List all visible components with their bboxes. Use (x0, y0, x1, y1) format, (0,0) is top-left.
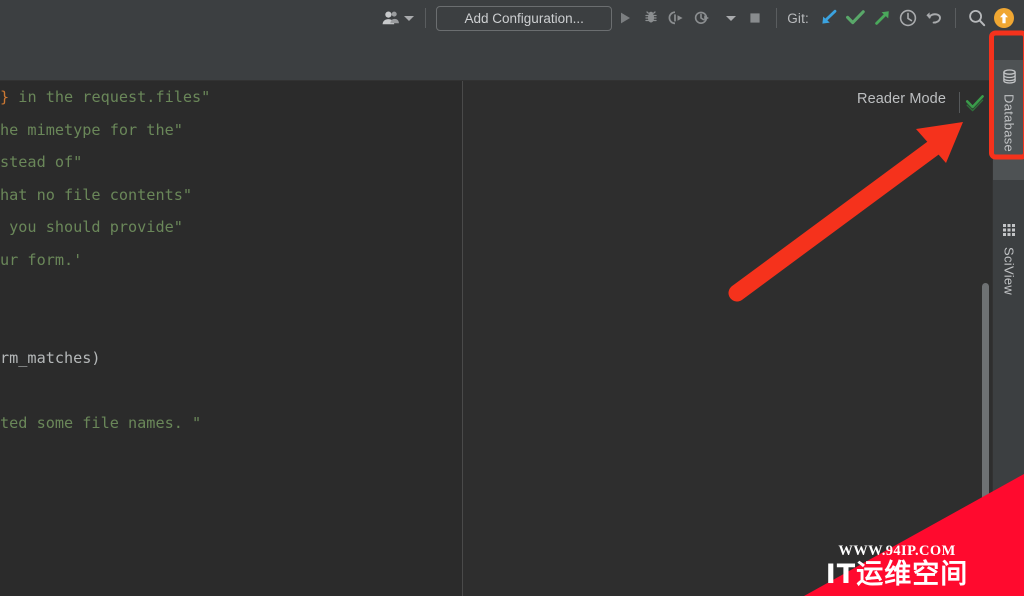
toolbar-separator (955, 8, 956, 28)
search-everywhere-button[interactable] (964, 4, 990, 32)
chevron-down-icon (404, 15, 415, 21)
run-play-icon (621, 12, 631, 24)
people-selector-button[interactable] (378, 4, 417, 32)
code-line: stead of" (0, 146, 462, 179)
sidebar-item-database[interactable]: Database (993, 60, 1024, 180)
toolbar-separator (425, 8, 427, 28)
code-token: stead of" (0, 153, 83, 172)
code-line: ur form.' (0, 244, 462, 277)
code-token: in the request.files" (9, 88, 211, 106)
git-update-arrow-icon (822, 9, 837, 24)
code-token: he mimetype for the" (0, 120, 183, 139)
code-line: rm_matches) (0, 342, 462, 375)
history-clock-icon (899, 9, 917, 27)
rollback-undo-icon (926, 12, 941, 24)
editor-area: } in the request.files" he mimetype for t… (0, 81, 992, 596)
git-push-arrow-icon (875, 11, 889, 25)
code-text[interactable]: } in the request.files" he mimetype for t… (0, 81, 462, 440)
scrollbar-thumb[interactable] (982, 283, 989, 583)
sidebar-item-sciview[interactable]: SciView (993, 214, 1024, 324)
right-tool-window-bar: Database SciView (992, 36, 1024, 596)
people-icon (381, 10, 401, 26)
toolbar-left-group: Add Configuration... Git: (378, 0, 1018, 36)
ide-window: Add Configuration... Git:} in the reque… (0, 0, 1024, 596)
rollback-button[interactable] (921, 4, 947, 32)
editor-pane-left[interactable]: } in the request.files" he mimetype for t… (0, 81, 462, 596)
code-token: ur form.' (0, 250, 83, 269)
code-token: you should provide" (0, 218, 183, 237)
editor-tab-strip (0, 36, 1024, 81)
sciview-grid-icon (1002, 223, 1016, 242)
chevron-down-icon (725, 15, 736, 21)
code-line: you should provide" (0, 211, 462, 244)
run-button[interactable] (612, 4, 638, 32)
show-history-button[interactable] (895, 4, 921, 32)
git-update-button[interactable] (816, 4, 842, 32)
database-icon (1002, 69, 1017, 89)
code-token: hat no file contents" (0, 185, 193, 204)
profile-button[interactable] (690, 4, 716, 32)
profile-clock-icon (694, 11, 710, 25)
ide-update-button[interactable] (990, 4, 1018, 32)
code-token: } (0, 88, 10, 106)
search-icon (969, 9, 986, 27)
editor-vertical-scrollbar[interactable] (978, 81, 992, 596)
git-commit-button[interactable] (842, 4, 869, 32)
update-arrow-badge-icon (994, 8, 1014, 28)
git-push-button[interactable] (869, 4, 895, 32)
run-more-button[interactable] (716, 4, 742, 32)
inspection-widget-separator (959, 92, 960, 113)
run-with-coverage-button[interactable] (664, 4, 690, 32)
sidebar-item-database-label: Database (1001, 94, 1017, 153)
git-label: Git: (787, 10, 809, 26)
code-line: hat no file contents" (0, 179, 462, 212)
coverage-icon (668, 11, 683, 25)
sidebar-item-sciview-label: SciView (1001, 247, 1017, 296)
debug-bug-icon (645, 11, 657, 23)
run-configuration-selector[interactable]: Add Configuration... (436, 5, 613, 31)
stop-square-icon (750, 13, 760, 23)
git-commit-check-icon (846, 10, 865, 25)
debug-button[interactable] (638, 4, 664, 32)
main-toolbar: Add Configuration... Git: (0, 0, 1024, 36)
code-token: ted some file names. " (0, 413, 202, 432)
editor-pane-right[interactable] (463, 81, 992, 596)
reader-mode-label[interactable]: Reader Mode (857, 91, 946, 107)
code-token: rm_matches) (0, 348, 101, 367)
code-line: he mimetype for the" (0, 114, 462, 147)
code-line: ted some file names. " (0, 407, 462, 440)
stop-button[interactable] (742, 4, 768, 32)
toolbar-separator (776, 8, 778, 28)
code-line: } in the request.files" (0, 81, 462, 114)
